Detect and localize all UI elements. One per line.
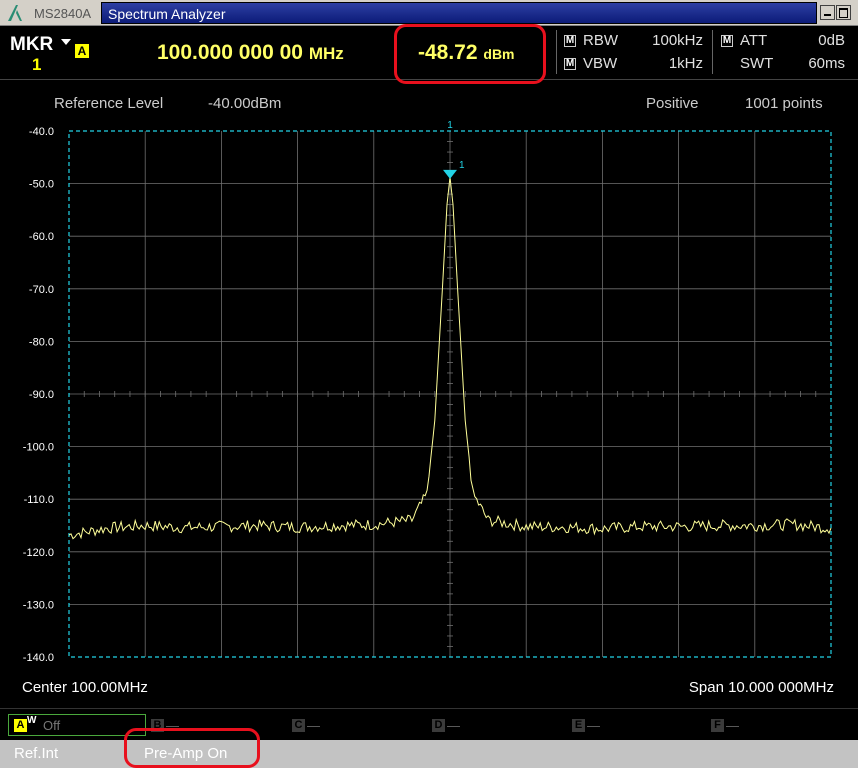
reference-source-status: Ref.Int bbox=[14, 745, 59, 762]
y-tick-label: -80.0 bbox=[29, 336, 54, 348]
y-tick-label: -110.0 bbox=[24, 494, 54, 506]
y-tick-label: -140.0 bbox=[23, 652, 54, 664]
y-tick-label: -70.0 bbox=[29, 284, 54, 296]
y-tick-label: -50.0 bbox=[29, 179, 54, 191]
y-tick-label: -60.0 bbox=[29, 231, 54, 243]
trace-d-badge[interactable]: D bbox=[432, 719, 445, 732]
preamp-highlight bbox=[124, 728, 260, 768]
trace-a-state: Off bbox=[43, 718, 61, 733]
trace-d-state: — bbox=[447, 718, 460, 733]
y-tick-label: -120.0 bbox=[23, 547, 54, 559]
y-tick-label: -100.0 bbox=[23, 442, 54, 454]
y-tick-label: -90.0 bbox=[29, 389, 54, 401]
y-tick-label: -130.0 bbox=[23, 599, 54, 611]
marker-1-top-label: 1 bbox=[447, 120, 453, 131]
spectrum-plot[interactable]: -40.0 -50.0 -60.0 -70.0 -80.0 -90.0 -100.0 -110… bbox=[0, 0, 858, 700]
marker-1-triangle-icon[interactable] bbox=[443, 169, 457, 179]
frequency-span[interactable]: Span 10.000 000MHz bbox=[689, 679, 834, 696]
trace-c-badge[interactable]: C bbox=[292, 719, 305, 732]
trace-e-state: — bbox=[587, 718, 600, 733]
y-tick-label: -40.0 bbox=[29, 126, 54, 138]
trace-f-state: — bbox=[726, 718, 739, 733]
trace-a-badge[interactable]: A bbox=[14, 719, 27, 732]
marker-1-flag: 1 bbox=[459, 160, 465, 171]
center-frequency[interactable]: Center 100.00MHz bbox=[22, 679, 148, 696]
trace-c-state: — bbox=[307, 718, 320, 733]
trace-a-sub-badge: W bbox=[27, 715, 37, 726]
graticule-grid bbox=[69, 131, 831, 657]
trace-e-badge[interactable]: E bbox=[572, 719, 585, 732]
marker-level-highlight bbox=[394, 24, 546, 84]
y-axis-ticks: -40.0 -50.0 -60.0 -70.0 -80.0 -90.0 -100.0 -110… bbox=[23, 126, 54, 664]
trace-f-badge[interactable]: F bbox=[711, 719, 724, 732]
